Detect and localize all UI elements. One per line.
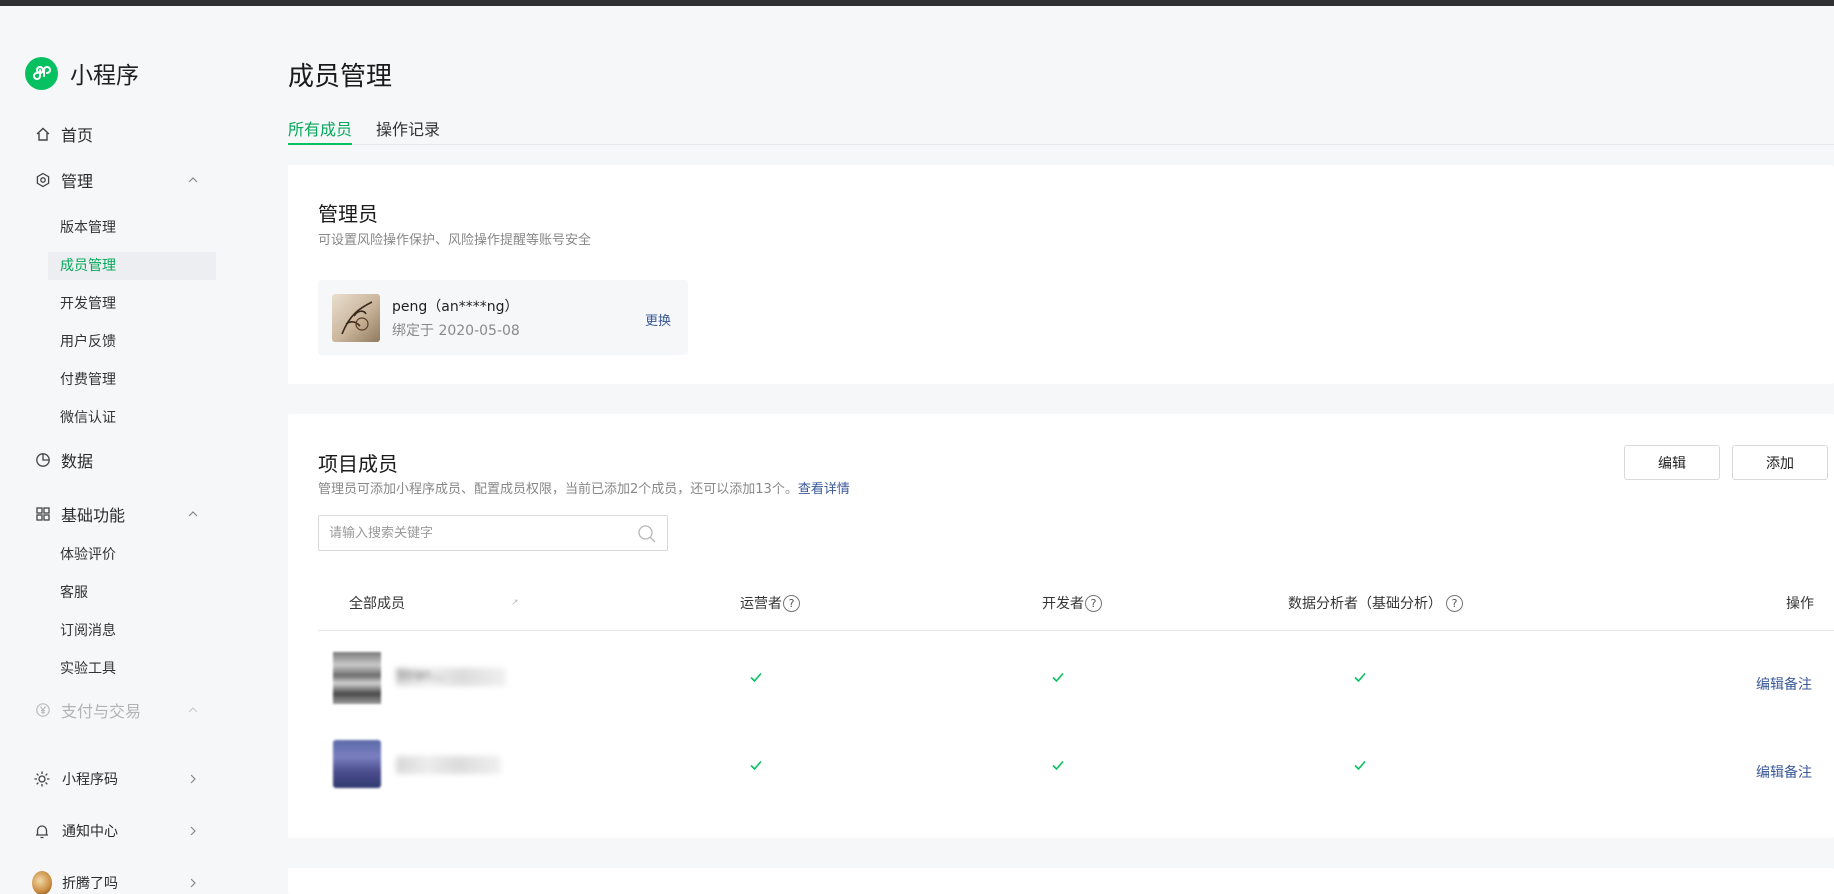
- sidebar-item-member-manage[interactable]: 成员管理: [60, 256, 116, 276]
- column-actions: 操作: [1786, 596, 1814, 612]
- members-card: 项目成员 管理员可添加小程序成员、配置成员权限，当前已添加2个成员，还可以添加1…: [288, 414, 1834, 838]
- page-title: 成员管理: [288, 62, 393, 92]
- sort-icon[interactable]: ↗: [511, 598, 519, 608]
- sidebar-item-label: 管理: [61, 172, 94, 191]
- help-icon[interactable]: ?: [1446, 594, 1463, 612]
- admin-card-description: 可设置风险操作保护、风险操作提醒等账号安全: [318, 233, 592, 248]
- chevron-right-icon[interactable]: [184, 874, 202, 892]
- sidebar-item-subscribe-message[interactable]: 订阅消息: [60, 621, 116, 641]
- sidebar-item-payment[interactable]: 支付与交易: [34, 698, 198, 722]
- sidebar-item-qrcode[interactable]: 小程序码: [32, 767, 202, 791]
- table-header-divider: [318, 630, 1834, 631]
- members-card-title: 项目成员: [318, 452, 398, 476]
- sidebar-item-label: 支付与交易: [61, 702, 142, 721]
- sidebar-item-label: 基础功能: [61, 506, 126, 525]
- edit-note-link[interactable]: 编辑备注: [1756, 674, 1812, 694]
- sun-burst-icon: [32, 769, 52, 789]
- check-icon: [1354, 760, 1366, 771]
- admin-box: peng（an****ng） 绑定于 2020-05-08 更换: [318, 280, 688, 355]
- sidebar-item-dev-manage[interactable]: 开发管理: [60, 294, 116, 314]
- sidebar-item-label: 首页: [61, 126, 94, 145]
- members-card-description: 管理员可添加小程序成员、配置成员权限，当前已添加2个成员，还可以添加13个。查看…: [318, 478, 850, 497]
- sidebar-item-wechat-verify[interactable]: 微信认证: [60, 408, 116, 428]
- next-card: [288, 868, 1834, 894]
- admin-card: 管理员 可设置风险操作保护、风险操作提醒等账号安全 peng（an****ng）…: [288, 165, 1834, 384]
- check-icon: [750, 760, 762, 771]
- search-input[interactable]: [329, 523, 629, 543]
- admin-name: peng（an****ng）: [392, 299, 519, 315]
- sidebar-item-home[interactable]: 首页: [34, 122, 93, 146]
- avatar: [333, 740, 381, 788]
- yuan-coin-icon: [34, 701, 52, 719]
- sidebar-item-paid-manage[interactable]: 付费管理: [60, 370, 116, 390]
- brand[interactable]: 小程序: [25, 56, 139, 90]
- column-analyst: 数据分析者（基础分析）?: [1288, 593, 1463, 613]
- tab-all-members[interactable]: 所有成员: [288, 116, 353, 145]
- brand-name: 小程序: [70, 63, 139, 89]
- check-icon: [1052, 760, 1064, 771]
- column-all-members[interactable]: 全部成员 ↗: [349, 593, 519, 613]
- help-icon[interactable]: ?: [783, 594, 800, 612]
- chevron-up-icon[interactable]: [184, 701, 202, 719]
- table-row: 编辑备注: [318, 740, 1834, 810]
- members-quota-text: 管理员可添加小程序成员、配置成员权限，当前已添加2个成员，还可以添加13个。: [318, 482, 798, 497]
- chevron-right-icon[interactable]: [184, 822, 202, 840]
- check-icon: [1052, 672, 1064, 683]
- avatar: [332, 294, 380, 342]
- sidebar-item-label: 数据: [61, 452, 94, 471]
- chevron-up-icon[interactable]: [184, 505, 202, 523]
- sidebar-item-experience-rating[interactable]: 体验评价: [60, 545, 116, 565]
- settings-hexagon-icon: [34, 171, 52, 189]
- member-name: Stran...: [396, 668, 506, 686]
- sidebar-item-experiment-tools[interactable]: 实验工具: [60, 659, 116, 679]
- pie-chart-icon: [34, 451, 52, 469]
- home-icon: [34, 125, 52, 143]
- edit-note-link[interactable]: 编辑备注: [1756, 762, 1812, 782]
- admin-bound-date: 绑定于 2020-05-08: [392, 323, 520, 339]
- sidebar-item-version-manage[interactable]: 版本管理: [60, 218, 116, 238]
- sidebar-item-data[interactable]: 数据: [34, 448, 93, 472]
- add-member-button[interactable]: 添加: [1732, 445, 1828, 480]
- window-top-bar: [0, 0, 1834, 6]
- chevron-right-icon[interactable]: [184, 770, 202, 788]
- check-icon: [750, 672, 762, 683]
- view-details-link[interactable]: 查看详情: [798, 482, 850, 497]
- bell-icon: [32, 821, 52, 841]
- sidebar-item-label: 通知中心: [62, 824, 118, 840]
- tab-bar: 所有成员 操作记录: [288, 116, 1834, 145]
- sidebar-item-customer-service[interactable]: 客服: [60, 583, 88, 603]
- sidebar-item-user-feedback[interactable]: 用户反馈: [60, 332, 116, 352]
- search-icon[interactable]: [637, 524, 657, 544]
- sidebar-item-manage[interactable]: 管理: [34, 168, 198, 192]
- sidebar-item-label: 小程序码: [62, 772, 118, 788]
- miniprogram-logo-icon: [25, 56, 58, 90]
- sidebar-item-label: 折腾了吗: [62, 876, 118, 892]
- sidebar-item-account[interactable]: 折腾了吗: [32, 871, 202, 894]
- member-name: [396, 756, 501, 774]
- edit-button[interactable]: 编辑: [1624, 445, 1720, 480]
- column-developer: 开发者?: [1042, 593, 1102, 613]
- change-admin-link[interactable]: 更换: [645, 310, 671, 329]
- sidebar-item-basic-features[interactable]: 基础功能: [34, 502, 198, 526]
- help-icon[interactable]: ?: [1085, 594, 1102, 612]
- sidebar-item-notifications[interactable]: 通知中心: [32, 819, 202, 843]
- avatar: [333, 652, 381, 704]
- avatar: [32, 871, 52, 894]
- search-box: [318, 515, 668, 551]
- table-row: Stran... 编辑备注: [318, 652, 1834, 722]
- chevron-up-icon[interactable]: [184, 171, 202, 189]
- grid-apps-icon: [34, 505, 52, 523]
- tab-operation-log[interactable]: 操作记录: [376, 116, 440, 145]
- column-operator: 运营者?: [740, 593, 800, 613]
- check-icon: [1354, 672, 1366, 683]
- admin-card-title: 管理员: [318, 202, 378, 226]
